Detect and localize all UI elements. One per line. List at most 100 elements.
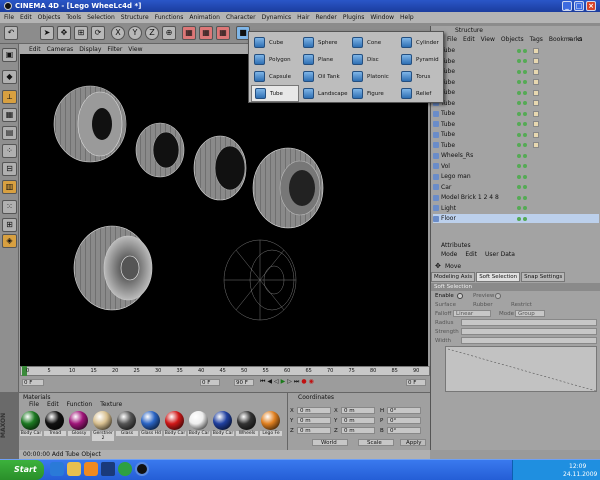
texture-tag-icon[interactable] [533, 110, 539, 117]
coordinate-field[interactable]: 0° [387, 427, 421, 434]
material-swatch[interactable] [141, 411, 160, 430]
tab-modeling-axis[interactable]: Modeling Axis [431, 272, 476, 282]
menu-item-tube[interactable]: Tube [251, 85, 299, 102]
points-mode-icon[interactable]: ⁘ [2, 144, 17, 158]
coordinate-mode-select[interactable]: World [312, 439, 348, 446]
visibility-dot-icon[interactable] [517, 69, 521, 74]
visibility-dot-icon[interactable] [517, 216, 521, 221]
home-icon[interactable]: ⌂ [578, 35, 582, 43]
end-frame-field[interactable]: 90 F [234, 379, 254, 386]
texture-tag-icon[interactable] [533, 131, 539, 138]
material-swatch[interactable] [237, 411, 256, 430]
menu-item-hair[interactable]: Hair [297, 14, 309, 21]
enable-checkbox[interactable] [457, 293, 463, 299]
visibility-dot-icon[interactable] [517, 101, 521, 105]
menu-item-structure[interactable]: Structure [121, 14, 149, 21]
menu-item-cylinder[interactable]: Cylinder [398, 34, 440, 51]
radius-field[interactable] [461, 319, 597, 326]
messenger-icon[interactable] [118, 462, 132, 476]
material-swatch[interactable] [213, 411, 232, 430]
object-row[interactable]: Tube [433, 120, 599, 129]
render-dot-icon[interactable] [523, 153, 527, 158]
visibility-dot-icon[interactable] [517, 143, 521, 147]
play-backward-icon[interactable]: ◁ [274, 378, 279, 386]
object-row[interactable]: Tube [433, 130, 599, 139]
render-dot-icon[interactable] [523, 216, 527, 221]
use-model-icon[interactable]: ◆ [2, 70, 17, 84]
menu-item-oil-tank[interactable]: Oil Tank [300, 68, 348, 85]
render-dot-icon[interactable] [523, 69, 527, 74]
object-menu-edit[interactable]: Edit [463, 36, 475, 43]
render-dot-icon[interactable] [523, 195, 527, 200]
coordinate-field[interactable]: 0 m [341, 427, 375, 434]
menu-item-animation[interactable]: Animation [189, 14, 220, 21]
object-menu-tags[interactable]: Tags [530, 36, 543, 43]
material-swatch[interactable] [21, 411, 40, 430]
menu-item-selection[interactable]: Selection [87, 14, 115, 21]
object-row[interactable]: Vol [433, 162, 599, 171]
visibility-dot-icon[interactable] [517, 164, 521, 168]
viewport-menu-cameras[interactable]: Cameras [47, 46, 74, 53]
render-dot-icon[interactable] [523, 122, 527, 126]
material-swatch[interactable] [69, 411, 88, 430]
material-swatch[interactable] [189, 411, 208, 430]
texture-tag-icon[interactable] [533, 89, 539, 96]
cinema4d-icon[interactable] [135, 462, 149, 476]
menu-item-plane[interactable]: Plane [300, 51, 348, 68]
menu-item-plugins[interactable]: Plugins [343, 14, 365, 21]
tube-object[interactable] [135, 122, 185, 178]
end-frame-right-field[interactable]: 0 F [406, 379, 426, 386]
mode-select[interactable]: Group [515, 310, 545, 317]
menu-item-cone[interactable]: Cone [349, 34, 397, 51]
edges-mode-icon[interactable]: ⊟ [2, 162, 17, 176]
object-row[interactable]: Tube [433, 99, 599, 108]
next-frame-icon[interactable]: ▷ [287, 378, 292, 386]
render-dot-icon[interactable] [523, 132, 527, 137]
rotate-icon[interactable]: ⟳ [91, 26, 105, 40]
coordinate-field[interactable]: 0° [387, 407, 421, 414]
material-swatch[interactable] [93, 411, 112, 430]
falloff-select[interactable]: Linear [453, 310, 491, 317]
object-menu-objects[interactable]: Objects [501, 36, 524, 43]
coordinate-field[interactable]: 0 m [297, 417, 331, 424]
tube-object[interactable] [193, 135, 247, 201]
menu-item-torus[interactable]: Torus [398, 68, 440, 85]
menu-item-character[interactable]: Character [226, 14, 256, 21]
object-row[interactable]: Tube [433, 109, 599, 118]
object-row[interactable]: Floor [433, 214, 599, 223]
render-dot-icon[interactable] [523, 143, 527, 147]
menu-item-polygon[interactable]: Polygon [251, 51, 299, 68]
material-swatch[interactable] [261, 411, 280, 430]
menu-item-render[interactable]: Render [316, 14, 337, 21]
visibility-dot-icon[interactable] [517, 195, 521, 200]
material-swatch[interactable] [165, 411, 184, 430]
menu-item-dynamics[interactable]: Dynamics [262, 14, 292, 21]
texture-tag-icon[interactable] [533, 47, 539, 54]
visibility-dot-icon[interactable] [517, 185, 521, 189]
visibility-dot-icon[interactable] [517, 153, 521, 158]
visibility-dot-icon[interactable] [517, 80, 521, 84]
menu-item-sphere[interactable]: Sphere [300, 34, 348, 51]
attribute-menu-mode[interactable]: Mode [441, 251, 457, 258]
prev-frame-icon[interactable]: ◀ [267, 378, 272, 386]
menu-item-functions[interactable]: Functions [155, 14, 184, 21]
render-dot-icon[interactable] [523, 80, 527, 84]
z-axis-icon[interactable]: Z [145, 26, 159, 40]
menu-item-landscape[interactable]: Landscape [300, 85, 348, 102]
coordinate-field[interactable]: 0 m [341, 407, 375, 414]
viewport-menu-filter[interactable]: Filter [107, 46, 122, 53]
texture-tag-icon[interactable] [533, 100, 539, 106]
object-row[interactable]: Model Brick 1 2 4 8 [433, 193, 599, 202]
scale-icon[interactable]: ⊞ [74, 26, 88, 40]
material-menu-edit[interactable]: Edit [47, 401, 59, 408]
menu-item-pyramid[interactable]: Pyramid [398, 51, 440, 68]
object-row[interactable]: Tube [433, 78, 599, 87]
material-menu-file[interactable]: File [29, 401, 39, 408]
visibility-dot-icon[interactable] [517, 48, 521, 53]
ie-icon[interactable] [50, 462, 64, 476]
object-row[interactable]: Tube [433, 57, 599, 66]
render-dot-icon[interactable] [523, 164, 527, 168]
object-menu-file[interactable]: File [447, 36, 457, 43]
tube-object[interactable] [53, 85, 127, 163]
render-dot-icon[interactable] [523, 206, 527, 210]
